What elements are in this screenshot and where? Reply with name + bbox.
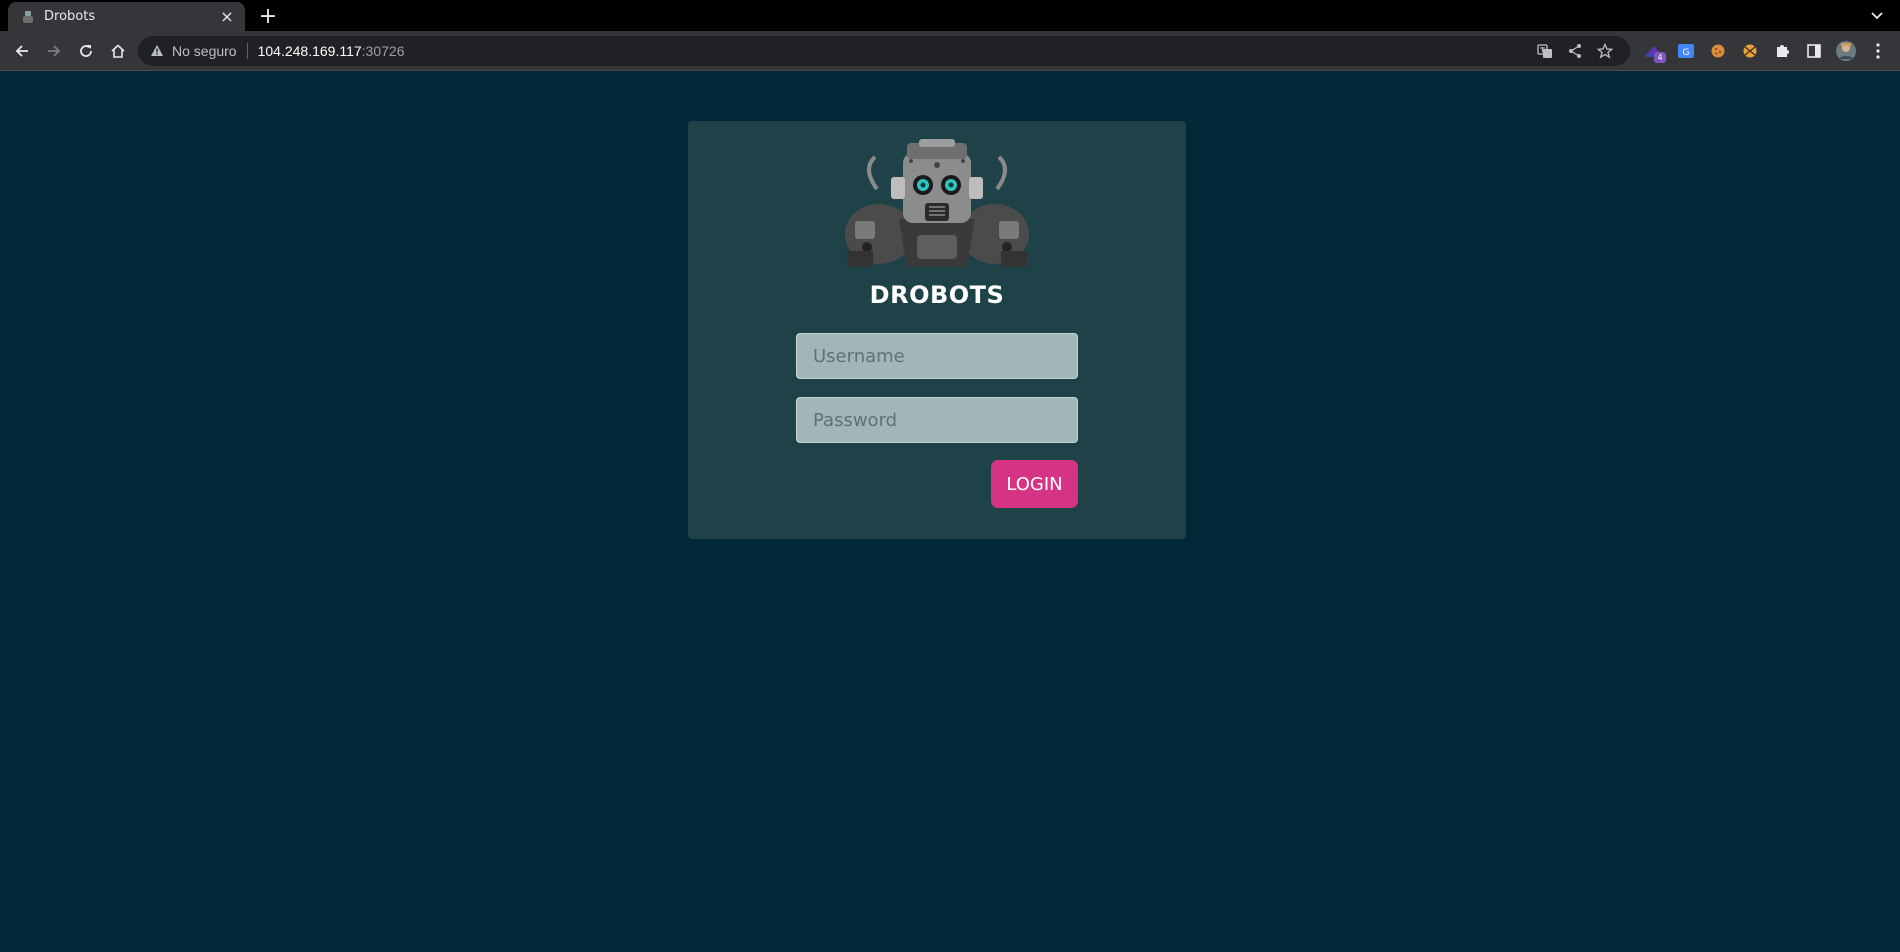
url-port: :30726 — [361, 42, 405, 59]
url-host: 104.248.169.117 — [257, 42, 362, 59]
reload-icon[interactable] — [70, 35, 102, 67]
extension-translate-icon[interactable]: G — [1670, 35, 1702, 67]
browser-toolbar: No seguro 104.248.169.117 :30726 4 G — [0, 31, 1900, 71]
side-panel-icon[interactable] — [1798, 35, 1830, 67]
forward-arrow-icon[interactable] — [38, 35, 70, 67]
extension-cookie-icon[interactable] — [1702, 35, 1734, 67]
home-icon[interactable] — [102, 35, 134, 67]
tab-search-chevron-icon[interactable] — [1866, 5, 1888, 27]
back-arrow-icon[interactable] — [6, 35, 38, 67]
translate-icon[interactable] — [1530, 37, 1560, 65]
svg-text:G: G — [1683, 48, 1690, 58]
tab-strip: Drobots × + — [0, 0, 1900, 31]
drobots-robot-logo — [845, 139, 1029, 267]
login-button[interactable]: LOGIN — [991, 460, 1078, 508]
star-icon[interactable] — [1590, 37, 1620, 65]
robot-favicon-icon — [20, 9, 36, 25]
profile-avatar-icon[interactable] — [1830, 35, 1862, 67]
puzzle-icon[interactable] — [1766, 35, 1798, 67]
password-input[interactable] — [796, 397, 1078, 443]
security-status-label: No seguro — [172, 42, 237, 59]
not-secure-warning-icon[interactable] — [148, 42, 166, 60]
address-bar[interactable]: No seguro 104.248.169.117 :30726 — [138, 35, 1630, 66]
brand-title: DROBOTS — [869, 281, 1005, 309]
extension-ball-icon[interactable] — [1734, 35, 1766, 67]
new-tab-button[interactable]: + — [256, 4, 280, 29]
browser-tab[interactable]: Drobots × — [8, 2, 245, 31]
username-input[interactable] — [796, 333, 1078, 379]
login-card: DROBOTS LOGIN — [688, 121, 1186, 539]
address-divider — [246, 42, 248, 59]
kebab-menu-icon[interactable] — [1862, 35, 1894, 67]
extension-badge: 4 — [1654, 51, 1666, 63]
share-icon[interactable] — [1560, 37, 1590, 65]
extension-hat-icon[interactable]: 4 — [1638, 35, 1670, 67]
tab-title: Drobots — [44, 9, 96, 24]
page-viewport: DROBOTS LOGIN — [0, 72, 1900, 952]
tab-close-icon[interactable]: × — [219, 7, 235, 26]
